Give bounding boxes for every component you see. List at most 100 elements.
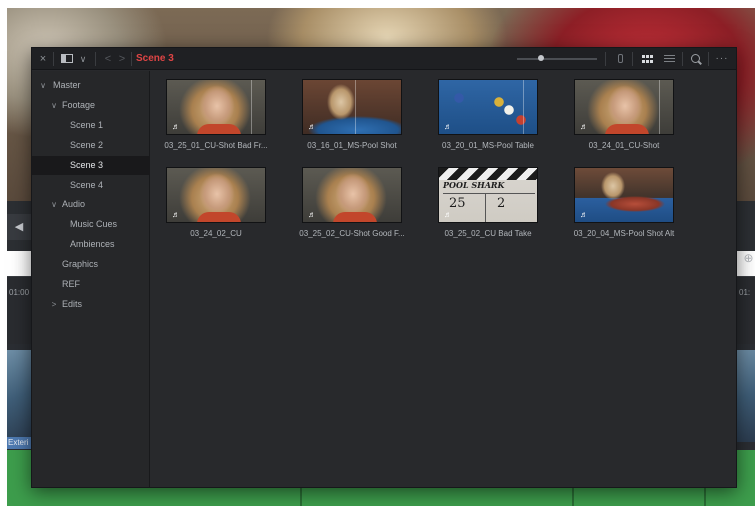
sidebar-item-master[interactable]: ∨ Master: [32, 76, 150, 95]
sidebar-item-footage[interactable]: ∨ Footage: [32, 96, 150, 115]
clip-thumbnail[interactable]: ♬: [574, 167, 674, 223]
media-pool-toolbar: × ∨ < > Scene 3 ···: [32, 48, 736, 70]
clip-thumbnail[interactable]: ♬: [166, 79, 266, 135]
toolbar-divider: [53, 52, 54, 66]
clip-name: 03_25_02_CU-Shot Good F...: [299, 229, 405, 238]
sidebar-item-label: Audio: [62, 199, 86, 210]
slider-handle[interactable]: [538, 55, 544, 61]
thumbnail-detail: [197, 212, 241, 222]
audio-clip-edit: [704, 488, 706, 506]
thumbnail-view-button[interactable]: [638, 48, 656, 70]
timeline-clip-label: Exteri: [7, 437, 32, 449]
clip-item[interactable]: ♬ 03_24_02_CU: [148, 159, 284, 238]
clip-name: 03_25_01_CU-Shot Bad Fr...: [164, 141, 268, 150]
chevron-right-icon[interactable]: >: [49, 295, 59, 314]
clip-item[interactable]: ♬ 03_20_04_MS-Pool Shot Alt: [556, 159, 692, 238]
audio-icon: ♬: [172, 122, 180, 131]
clip-item[interactable]: ♬ 03_25_02_CU-Shot Good F...: [284, 159, 420, 238]
clip-name: 03_24_01_CU-Shot: [588, 141, 660, 150]
slate-take: 2: [497, 196, 506, 211]
audio-icon: ♬: [580, 122, 588, 131]
sidebar-item-label: Edits: [62, 298, 83, 309]
chevron-down-icon[interactable]: ∨: [38, 76, 48, 95]
toolbar-divider: [632, 52, 633, 66]
chevron-down-icon[interactable]: ∨: [78, 48, 88, 70]
clip-grid: ♬ 03_25_01_CU-Shot Bad Fr... ♬ 03_16_01_MS-…: [151, 71, 736, 487]
search-icon: [690, 54, 700, 63]
previous-icon[interactable]: ◀: [7, 214, 31, 240]
thumbnail-detail: [333, 212, 377, 222]
back-button[interactable]: <: [102, 48, 114, 70]
clip-thumbnail[interactable]: ♬: [302, 79, 402, 135]
current-bin-label: Scene 3: [136, 53, 174, 64]
sidebar-item-label: Music Cues: [70, 219, 118, 230]
scrub-marker: [355, 80, 356, 134]
more-icon[interactable]: ···: [713, 48, 731, 70]
chevron-down-icon[interactable]: ∨: [49, 96, 59, 115]
clip-thumbnail[interactable]: POOL SHARK 25 2 ♬: [438, 167, 538, 223]
thumbnail-detail: [605, 124, 649, 134]
clip-thumbnail[interactable]: ♬: [302, 167, 402, 223]
audio-clip-edit: [572, 488, 574, 506]
forward-button[interactable]: >: [116, 48, 128, 70]
clip-item[interactable]: ♬ 03_24_01_CU-Shot: [556, 71, 692, 150]
add-track-icon[interactable]: ⊕: [742, 247, 755, 269]
sidebar-item-label: Graphics: [62, 259, 99, 270]
sidebar-item-label: REF: [62, 279, 80, 289]
search-button[interactable]: [687, 48, 703, 70]
panel-layout-icon: [61, 54, 73, 63]
timeline-clip[interactable]: [7, 350, 32, 442]
clip-thumbnail[interactable]: ♬: [166, 167, 266, 223]
slate-rule: [443, 193, 535, 194]
clip-thumbnail[interactable]: ♬: [574, 79, 674, 135]
audio-clip-edit: [300, 488, 302, 506]
audio-icon: ♬: [308, 210, 316, 219]
scrub-marker: [251, 80, 252, 134]
media-pool-panel: × ∨ < > Scene 3 ··· ∨ Master ∨ Footage Scene…: [31, 47, 737, 488]
sidebar-item-audio[interactable]: ∨ Audio: [32, 195, 150, 214]
thumbnail-detail: [197, 124, 241, 134]
clip-item[interactable]: ♬ 03_25_01_CU-Shot Bad Fr...: [148, 71, 284, 150]
scrub-marker: [659, 80, 660, 134]
clip-item[interactable]: POOL SHARK 25 2 ♬ 03_25_02_CU Bad Take: [420, 159, 556, 238]
audio-icon: ♬: [308, 122, 316, 131]
sidebar-item-graphics[interactable]: Graphics: [32, 255, 150, 274]
slate-scene: 25: [449, 196, 466, 211]
slate-title: POOL SHARK: [443, 180, 505, 190]
timeline-clip[interactable]: [736, 350, 755, 442]
sidebar-item-scene-3[interactable]: Scene 3: [32, 155, 150, 175]
clip-name: 03_25_02_CU Bad Take: [444, 229, 532, 238]
scrub-marker: [523, 80, 524, 134]
sidebar-item-ambiences[interactable]: Ambiences: [32, 235, 150, 254]
thumbnail-size-slider[interactable]: [517, 58, 597, 60]
sidebar-item-scene-1[interactable]: Scene 1: [32, 116, 150, 135]
sort-icon: [617, 54, 623, 63]
chevron-down-icon[interactable]: ∨: [49, 195, 59, 214]
timecode-left: 01:00: [9, 288, 30, 297]
list-view-button[interactable]: [660, 48, 678, 70]
audio-icon: ♬: [580, 210, 588, 219]
sidebar-item-ref[interactable]: REF: [32, 275, 150, 294]
clip-name: 03_16_01_MS-Pool Shot: [307, 141, 397, 150]
sidebar-item-music-cues[interactable]: Music Cues: [32, 215, 150, 234]
panel-layout-button[interactable]: [58, 48, 76, 70]
timecode-right: 01:: [739, 288, 751, 297]
sort-button[interactable]: [613, 48, 627, 70]
sidebar-item-scene-4[interactable]: Scene 4: [32, 176, 150, 195]
clip-item[interactable]: ♬ 03_20_01_MS-Pool Table: [420, 71, 556, 150]
clip-thumbnail[interactable]: ♬: [438, 79, 538, 135]
toolbar-divider: [605, 52, 606, 66]
sidebar-item-label: Footage: [62, 99, 96, 110]
sidebar-item-label: Scene 1: [70, 119, 104, 130]
sidebar-item-label: Ambiences: [70, 239, 115, 250]
clip-item[interactable]: ♬ 03_16_01_MS-Pool Shot: [284, 71, 420, 150]
bin-list: ∨ Master ∨ Footage Scene 1 Scene 2 Scene 3 Scen…: [32, 71, 150, 487]
close-icon[interactable]: ×: [36, 48, 50, 70]
sidebar-item-scene-2[interactable]: Scene 2: [32, 136, 150, 155]
clip-name: 03_20_04_MS-Pool Shot Alt: [573, 229, 675, 238]
sidebar-item-label: Scene 2: [70, 139, 104, 150]
toolbar-divider: [682, 52, 683, 66]
slate-stripes: [439, 168, 537, 180]
sidebar-item-edits[interactable]: > Edits: [32, 295, 150, 314]
list-icon: [663, 55, 675, 63]
